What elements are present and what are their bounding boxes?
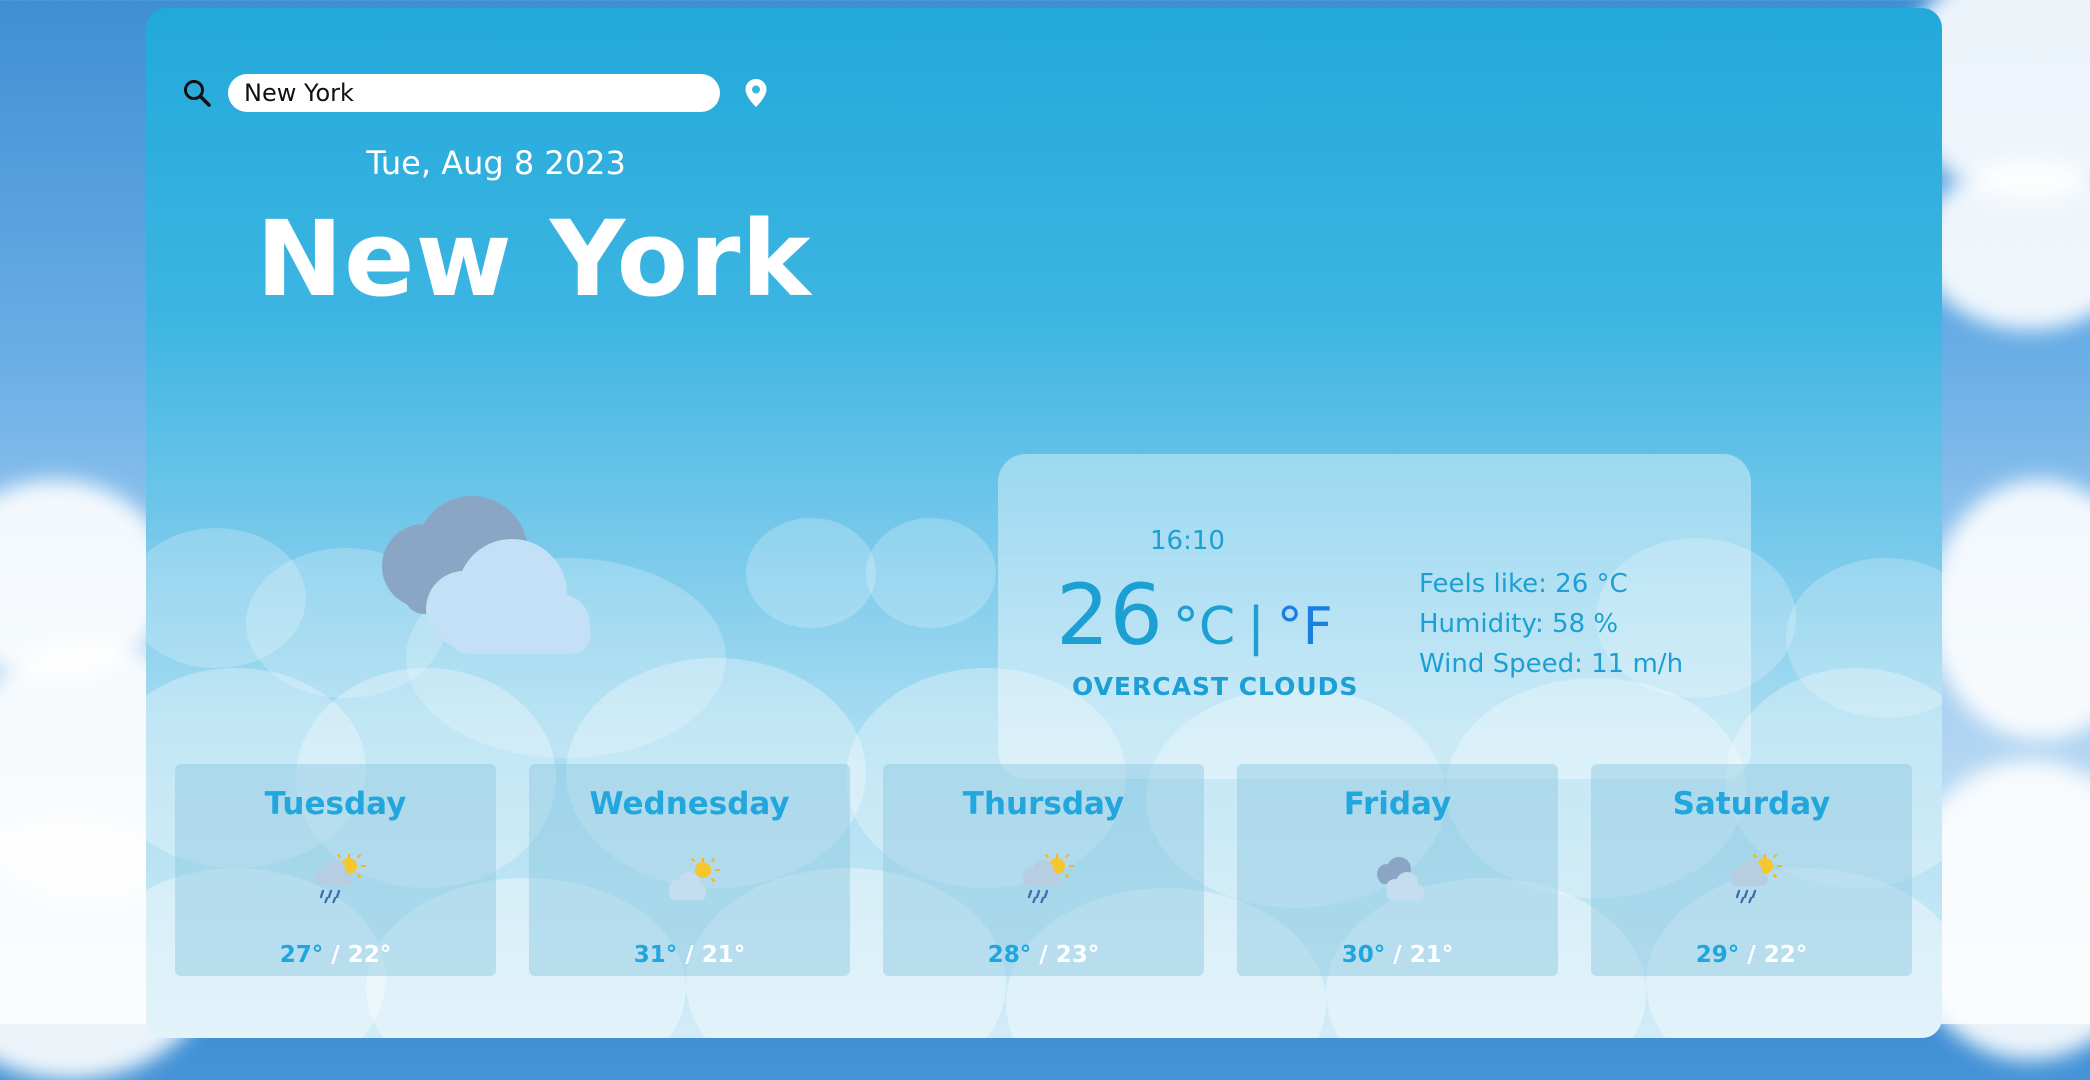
forecast-high: 29° [1695,942,1740,968]
forecast-temps: 29° / 22° [1591,942,1912,968]
forecast-list: Tuesday 27° / 22° Wednesday 31° / 21° Th… [175,764,1912,976]
forecast-card-thursday: Thursday 28° / 23° [883,764,1204,976]
forecast-card-friday: Friday 30° / 21° [1237,764,1558,976]
forecast-high: 28° [987,942,1032,968]
location-pin-icon[interactable] [744,78,768,108]
forecast-sep: / [1739,942,1764,968]
forecast-sep: / [1031,942,1056,968]
forecast-temps: 31° / 21° [529,942,850,968]
forecast-low: 22° [347,942,392,968]
partly-cloudy-icon [669,857,720,900]
city-name: New York [256,198,812,320]
forecast-low: 22° [1763,942,1808,968]
feels-like: Feels like: 26 °C [1419,569,1628,599]
forecast-card-wednesday: Wednesday 31° / 21° [529,764,850,976]
search-bar [182,74,768,112]
forecast-sep: / [323,942,348,968]
forecast-day: Friday [1343,786,1452,822]
forecast-low: 21° [1409,942,1454,968]
forecast-sep: / [1385,942,1410,968]
overcast-clouds-icon [382,496,591,654]
fahrenheit-toggle[interactable]: °F [1277,597,1333,657]
search-icon[interactable] [182,78,212,108]
forecast-high: 31° [633,942,678,968]
weather-app: Tue, Aug 8 2023 New York 16:10 26 °C | °… [146,8,1942,1038]
current-time: 16:10 [1150,526,1225,556]
forecast-temps: 27° / 22° [175,942,496,968]
rain-sun-icon [1023,853,1074,904]
unit-separator: | [1247,597,1265,657]
forecast-sep: / [677,942,702,968]
rain-sun-icon [315,853,366,904]
current-weather-card: 16:10 26 °C | °F OVERCAST CLOUDS Feels l… [998,454,1751,779]
temperature-display: 26 °C | °F [1056,566,1333,664]
search-input[interactable] [228,74,720,112]
forecast-temps: 28° / 23° [883,942,1204,968]
celsius-toggle[interactable]: °C [1173,597,1235,657]
forecast-day: Thursday [962,786,1125,822]
temperature-value: 26 [1056,566,1163,664]
forecast-day: Saturday [1672,786,1831,822]
current-date: Tue, Aug 8 2023 [366,144,626,182]
forecast-high: 27° [279,942,324,968]
forecast-low: 23° [1055,942,1100,968]
weather-details: Feels like: 26 °C Humidity: 58 % Wind Sp… [1419,564,1683,684]
overcast-clouds-icon [1377,857,1424,900]
forecast-day: Wednesday [589,786,790,822]
weather-condition: OVERCAST CLOUDS [1072,672,1359,701]
wind-speed: Wind Speed: 11 m/h [1419,649,1684,679]
rain-sun-icon [1731,853,1782,904]
forecast-temps: 30° / 21° [1237,942,1558,968]
forecast-low: 21° [701,942,746,968]
forecast-high: 30° [1341,942,1386,968]
forecast-card-tuesday: Tuesday 27° / 22° [175,764,496,976]
forecast-day: Tuesday [264,786,407,822]
humidity: Humidity: 58 % [1419,609,1619,639]
forecast-card-saturday: Saturday 29° / 22° [1591,764,1912,976]
